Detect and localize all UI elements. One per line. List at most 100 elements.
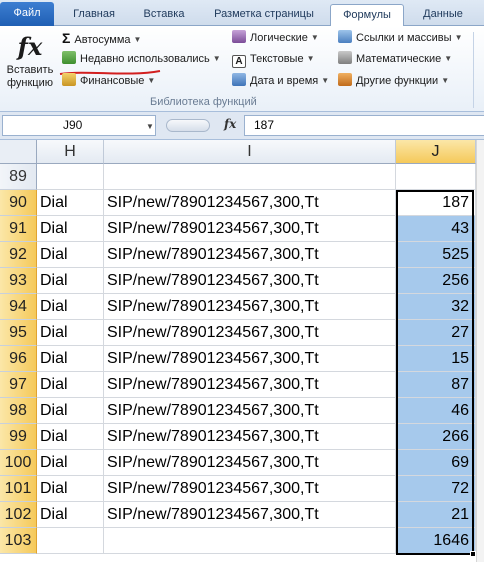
cell-j[interactable]: 21	[396, 502, 476, 528]
tab-page-layout[interactable]: Разметка страницы	[204, 4, 324, 26]
cell-i[interactable]	[104, 528, 396, 554]
math-trig-button[interactable]: Математические ▼	[338, 50, 452, 68]
cell-i[interactable]: SIP/new/78901234567,300,Tt	[104, 372, 396, 398]
cell-h[interactable]: Dial	[37, 216, 104, 242]
row-header[interactable]: 98	[0, 398, 37, 424]
column-header-i[interactable]: I	[104, 140, 396, 164]
chevron-down-icon: ▼	[321, 76, 330, 85]
cell-i[interactable]: SIP/new/78901234567,300,Tt	[104, 450, 396, 476]
date-time-icon	[232, 73, 246, 86]
cell-i[interactable]: SIP/new/78901234567,300,Tt	[104, 320, 396, 346]
chevron-down-icon: ▼	[133, 35, 142, 44]
cell-h[interactable]: Dial	[37, 294, 104, 320]
ribbon-group-divider	[473, 32, 474, 108]
cell-i[interactable]: SIP/new/78901234567,300,Tt	[104, 398, 396, 424]
column-header-j[interactable]: J	[396, 140, 476, 164]
row-header[interactable]: 96	[0, 346, 37, 372]
financial-label: Финансовые	[80, 75, 145, 87]
cell-i[interactable]: SIP/new/78901234567,300,Tt	[104, 216, 396, 242]
cell-i[interactable]: SIP/new/78901234567,300,Tt	[104, 268, 396, 294]
vertical-scrollbar[interactable]	[476, 140, 484, 562]
logical-button[interactable]: Логические ▼	[232, 29, 319, 47]
recent-functions-button[interactable]: Недавно использовались ▼	[62, 50, 221, 68]
cell-h[interactable]: Dial	[37, 190, 104, 216]
tab-formulas[interactable]: Формулы	[330, 4, 404, 27]
name-box-dropdown-icon[interactable]: ▼	[146, 116, 154, 137]
cell-h[interactable]: Dial	[37, 450, 104, 476]
row-header[interactable]: 91	[0, 216, 37, 242]
row-header[interactable]: 100	[0, 450, 37, 476]
column-header-h[interactable]: H	[37, 140, 104, 164]
insert-function-button[interactable]: fx Вставить функцию	[4, 30, 56, 94]
cell-i[interactable]: SIP/new/78901234567,300,Tt	[104, 476, 396, 502]
cell-j[interactable]: 46	[396, 398, 476, 424]
row-header[interactable]: 93	[0, 268, 37, 294]
cell-h[interactable]: Dial	[37, 346, 104, 372]
cell-i[interactable]: SIP/new/78901234567,300,Tt	[104, 190, 396, 216]
tab-data[interactable]: Данные	[410, 4, 476, 26]
cell-j[interactable]: 43	[396, 216, 476, 242]
cell-h[interactable]: Dial	[37, 320, 104, 346]
more-functions-label: Другие функции	[356, 75, 439, 87]
insert-function-label-2: функцию	[6, 77, 53, 89]
more-functions-icon	[338, 73, 352, 86]
cell-i[interactable]: SIP/new/78901234567,300,Tt	[104, 346, 396, 372]
text-functions-label: Текстовые	[250, 53, 304, 65]
cell-h[interactable]: Dial	[37, 398, 104, 424]
cell-h[interactable]	[37, 164, 104, 190]
cell-j[interactable]: 1646	[396, 528, 476, 554]
chevron-down-icon: ▼	[454, 33, 463, 42]
cell-i[interactable]: SIP/new/78901234567,300,Tt	[104, 424, 396, 450]
name-box[interactable]: J90	[2, 115, 156, 136]
fx-icon: fx	[17, 32, 43, 61]
formula-bar-resize-handle[interactable]	[166, 119, 210, 132]
cell-h[interactable]: Dial	[37, 268, 104, 294]
cell-j[interactable]: 32	[396, 294, 476, 320]
cell-j[interactable]: 15	[396, 346, 476, 372]
cell-j[interactable]	[396, 164, 476, 190]
row-header[interactable]: 94	[0, 294, 37, 320]
row-header[interactable]: 95	[0, 320, 37, 346]
text-functions-button[interactable]: A Текстовые ▼	[232, 50, 314, 68]
cell-h[interactable]: Dial	[37, 372, 104, 398]
insert-function-fx-icon[interactable]: fx	[224, 117, 236, 131]
cell-h[interactable]: Dial	[37, 424, 104, 450]
cell-i[interactable]: SIP/new/78901234567,300,Tt	[104, 502, 396, 528]
cell-j[interactable]: 72	[396, 476, 476, 502]
chevron-down-icon: ▼	[444, 54, 453, 63]
tab-home[interactable]: Главная	[62, 4, 126, 26]
lookup-reference-icon	[338, 30, 352, 43]
formula-input[interactable]: 187	[244, 115, 484, 136]
cell-j[interactable]: 69	[396, 450, 476, 476]
row-header[interactable]: 99	[0, 424, 37, 450]
cell-j[interactable]: 256	[396, 268, 476, 294]
autosum-button[interactable]: Σ Автосумма ▼	[62, 29, 141, 47]
cell-i[interactable]: SIP/new/78901234567,300,Tt	[104, 294, 396, 320]
row-header[interactable]: 102	[0, 502, 37, 528]
cell-i[interactable]	[104, 164, 396, 190]
cell-j[interactable]: 27	[396, 320, 476, 346]
row-header[interactable]: 92	[0, 242, 37, 268]
cell-h[interactable]: Dial	[37, 476, 104, 502]
row-header[interactable]: 103	[0, 528, 37, 554]
row-header[interactable]: 97	[0, 372, 37, 398]
row-header[interactable]: 90	[0, 190, 37, 216]
select-all-corner[interactable]	[0, 140, 37, 164]
cell-j[interactable]: 187	[396, 190, 476, 216]
cell-h[interactable]	[37, 528, 104, 554]
cell-h[interactable]: Dial	[37, 502, 104, 528]
tab-insert[interactable]: Вставка	[132, 4, 196, 26]
row-header[interactable]: 101	[0, 476, 37, 502]
row-header[interactable]: 89	[0, 164, 37, 190]
cell-j[interactable]: 266	[396, 424, 476, 450]
more-functions-button[interactable]: Другие функции ▼	[338, 72, 449, 90]
lookup-reference-button[interactable]: Ссылки и массивы ▼	[338, 29, 462, 47]
date-time-button[interactable]: Дата и время ▼	[232, 72, 329, 90]
cell-j[interactable]: 525	[396, 242, 476, 268]
tab-file[interactable]: Файл	[0, 2, 54, 26]
financial-button[interactable]: Финансовые ▼	[62, 72, 155, 90]
spreadsheet-grid: H I J 89 90 Dial SIP/new/78901234567,300,Tt…	[0, 140, 484, 562]
cell-i[interactable]: SIP/new/78901234567,300,Tt	[104, 242, 396, 268]
cell-j[interactable]: 87	[396, 372, 476, 398]
cell-h[interactable]: Dial	[37, 242, 104, 268]
